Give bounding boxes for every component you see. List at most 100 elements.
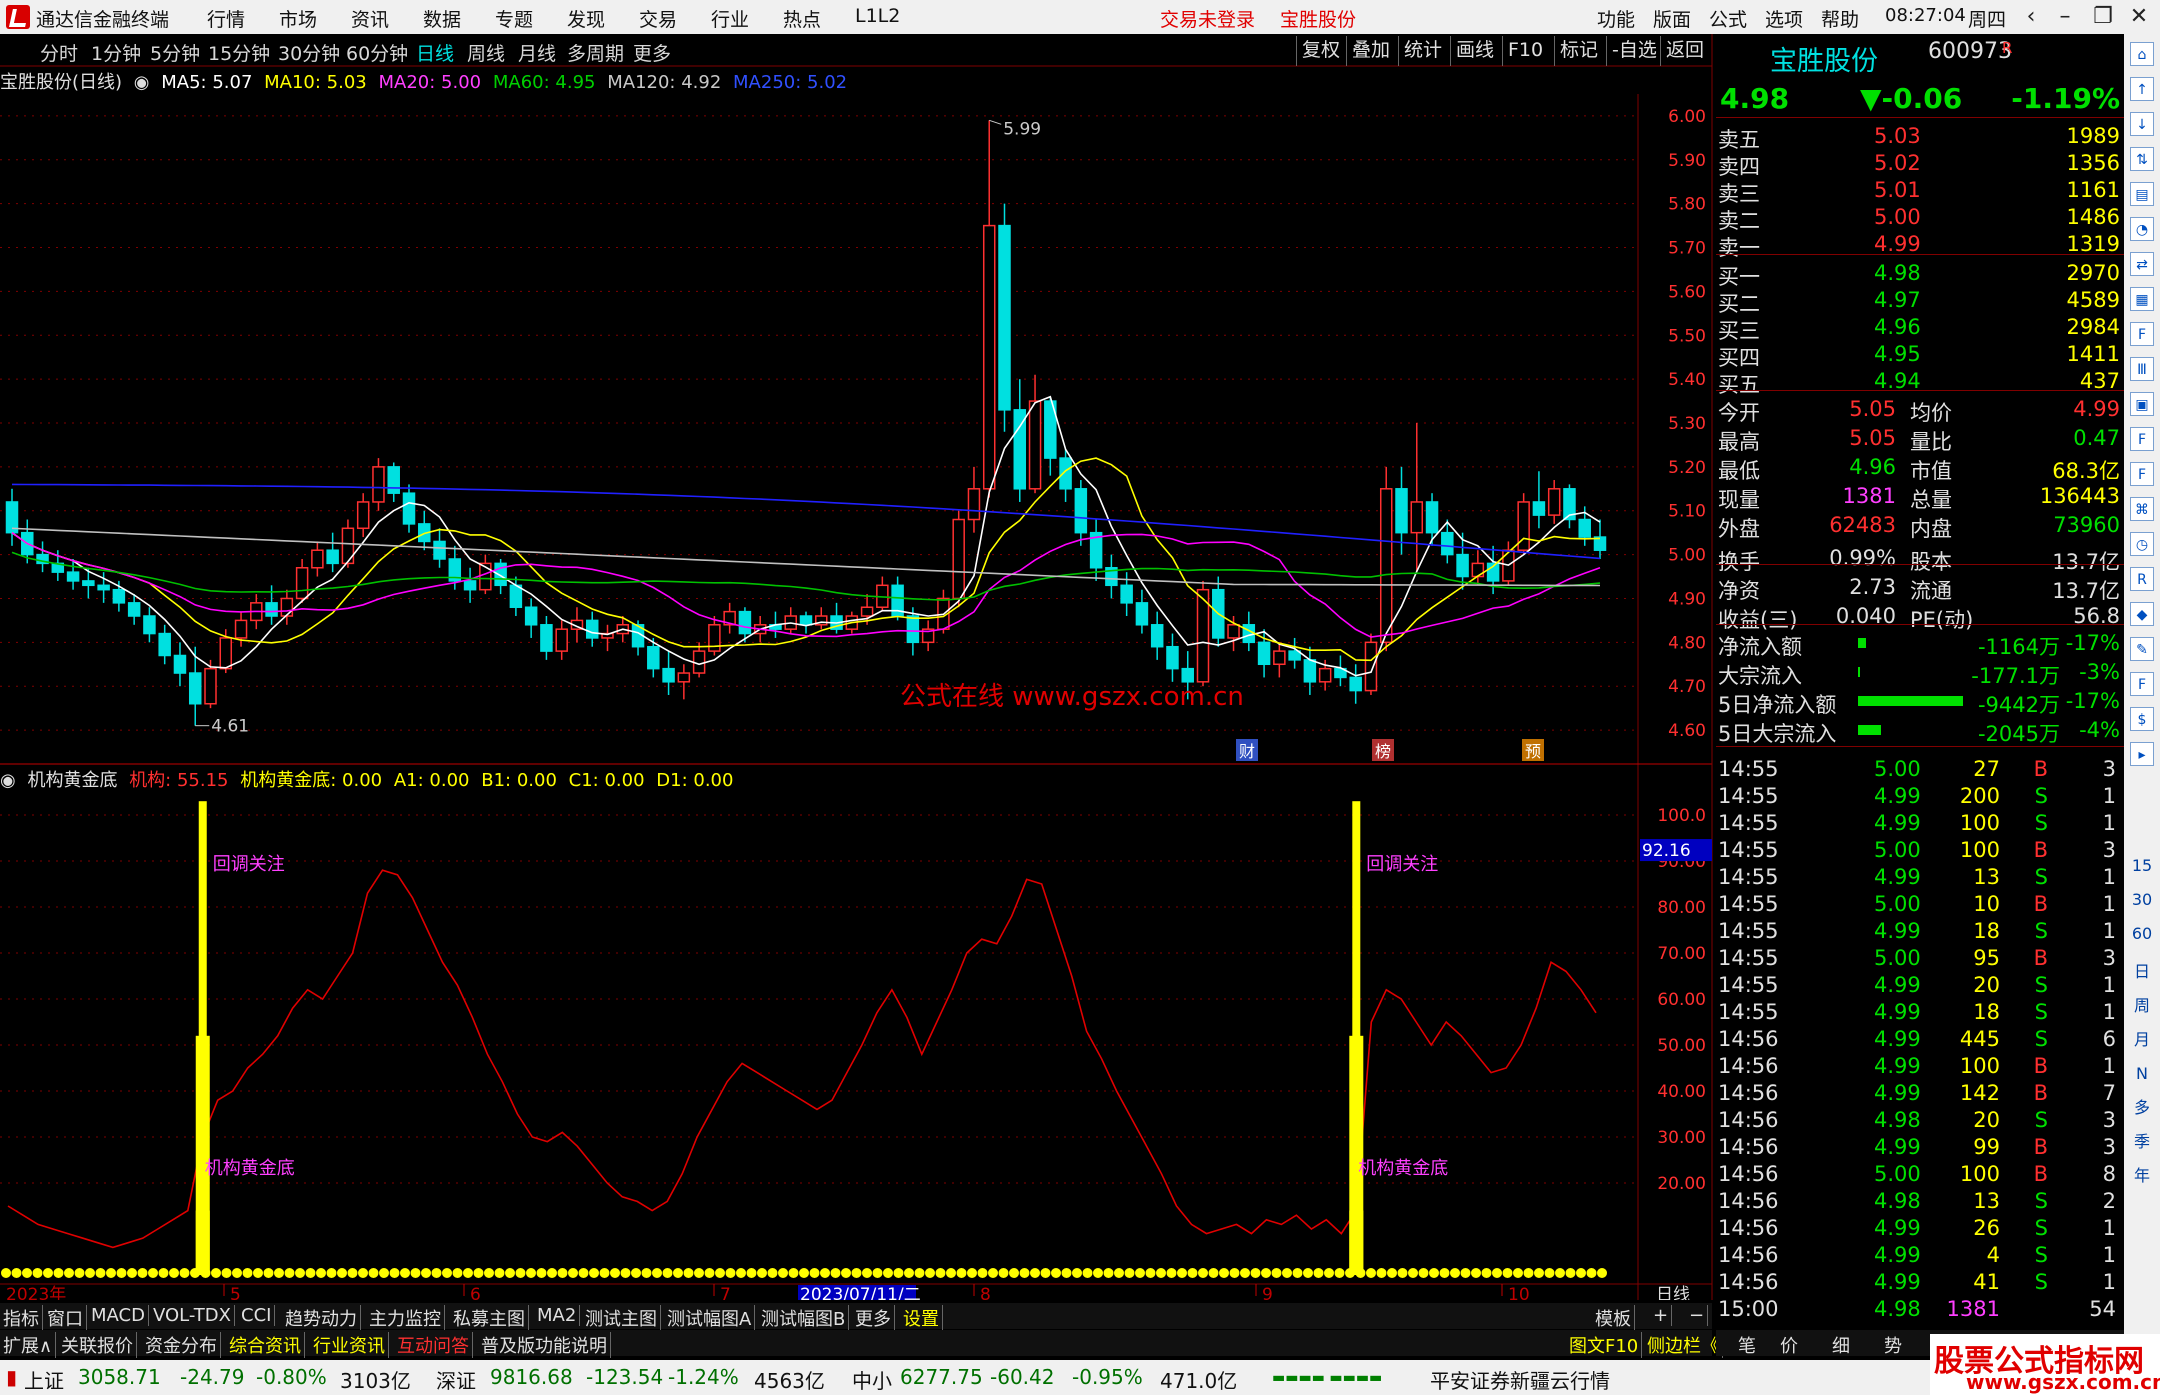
baseline-dot (1229, 1268, 1240, 1278)
sort-icon[interactable]: ⇅ (2130, 147, 2154, 171)
side-period-30[interactable]: 30 (2128, 888, 2156, 912)
tool-huaxian[interactable]: 画线 (1450, 36, 1499, 66)
period-multi[interactable]: 多周期 (567, 39, 624, 66)
indicator-tab[interactable]: CCI (238, 1305, 276, 1326)
list-icon[interactable]: ▤ (2130, 182, 2154, 206)
f2-icon[interactable]: F (2130, 462, 2154, 486)
home-icon[interactable]: ⌂ (2130, 42, 2154, 66)
f-icon[interactable]: F (2130, 427, 2154, 451)
baseline-dot (179, 1268, 190, 1278)
indicator-tab[interactable]: MACD (88, 1305, 149, 1326)
tick-time: 14:55 (1718, 1000, 1779, 1024)
indicator-tab[interactable]: 设置 (900, 1305, 943, 1331)
swap-icon[interactable]: ⇄ (2130, 252, 2154, 276)
bottom-tab[interactable]: 互动问答 (394, 1332, 473, 1358)
period-60min[interactable]: 60分钟 (346, 39, 408, 66)
pencil-icon[interactable]: ✎ (2130, 637, 2154, 661)
tool-fuquan[interactable]: 复权 (1296, 36, 1345, 66)
bottom-tab[interactable]: 普及版功能说明 (478, 1332, 611, 1358)
box-icon[interactable]: ▣ (2130, 392, 2154, 416)
flow-value: -177.1万 (1971, 664, 2060, 688)
cmd-icon[interactable]: ⌘ (2130, 497, 2154, 521)
indicator-tab[interactable]: 更多 (852, 1305, 895, 1331)
indicator-tab[interactable]: 私募主图 (450, 1305, 529, 1331)
period-1min[interactable]: 1分钟 (91, 39, 141, 66)
tool-zixuan[interactable]: -自选 (1606, 36, 1662, 66)
bottom-tab[interactable]: 行业资讯 (310, 1332, 389, 1358)
period-weekly[interactable]: 周线 (467, 39, 505, 66)
tool-tongji[interactable]: 统计 (1398, 36, 1447, 66)
menu-xuanxiang[interactable]: 选项 (1765, 5, 1803, 32)
indicator-tab[interactable]: 测试幅图B (758, 1305, 850, 1331)
candle-body (799, 615, 813, 626)
period-more[interactable]: 更多 (633, 39, 671, 66)
menu-bangzhu[interactable]: 帮助 (1821, 5, 1859, 32)
sidebar-toggle[interactable]: 侧边栏《 (1644, 1332, 1723, 1358)
restore-icon[interactable]: ❐ (2088, 3, 2118, 31)
side-period-label[interactable]: 日 (2130, 960, 2154, 984)
panel-tab[interactable]: 笔 (1738, 1332, 1756, 1358)
tool-f10[interactable]: F10 (1502, 36, 1548, 66)
collapse-icon[interactable]: ◉ (134, 72, 150, 93)
money-icon[interactable]: $ (2130, 707, 2154, 731)
side-period-label[interactable]: 年 (2130, 1164, 2154, 1188)
period-15min[interactable]: 15分钟 (208, 39, 270, 66)
tab-control[interactable]: − (1686, 1305, 1709, 1326)
period-fenshi[interactable]: 分时 (40, 39, 78, 66)
panel-tab[interactable]: 价 (1780, 1332, 1798, 1358)
bottom-tab[interactable]: 综合资讯 (226, 1332, 305, 1358)
diamond-icon[interactable]: ◆ (2130, 602, 2154, 626)
tool-fanhui[interactable]: 返回 (1660, 36, 1709, 66)
clock-icon[interactable]: ◷ (2130, 532, 2154, 556)
indicator-tab[interactable]: 主力监控 (366, 1305, 445, 1331)
indicator-tab[interactable]: MA2 (534, 1305, 581, 1326)
bottom-tab[interactable]: 扩展∧ (0, 1332, 57, 1358)
up-icon[interactable]: ↑ (2130, 77, 2154, 101)
tab-control[interactable]: 模板 (1592, 1305, 1635, 1331)
tab-control[interactable]: + (1650, 1305, 1673, 1326)
indicator-tab[interactable]: 测试主图 (582, 1305, 661, 1331)
period-monthly[interactable]: 月线 (518, 39, 556, 66)
side-period-15[interactable]: 15 (2128, 854, 2156, 878)
period-5min[interactable]: 5分钟 (150, 39, 200, 66)
period-daily[interactable]: 日线 (416, 39, 454, 66)
fs-icon[interactable]: F (2130, 672, 2154, 696)
period-30min[interactable]: 30分钟 (278, 39, 340, 66)
f10-link[interactable]: 图文F10 (1566, 1332, 1643, 1358)
rsi-icon[interactable]: R (2130, 567, 2154, 591)
bars-icon[interactable]: Ⅲ (2130, 357, 2154, 381)
pie-icon[interactable]: ◔ (2130, 217, 2154, 241)
panel-tab[interactable]: 细 (1832, 1332, 1850, 1358)
side-period-label[interactable]: N (2130, 1062, 2154, 1086)
minimize-icon[interactable]: – (2050, 3, 2080, 31)
side-period-label[interactable]: 多 (2130, 1096, 2154, 1120)
broker-name[interactable]: 平安证券新疆云行情 (1430, 1365, 1610, 1394)
tool-biaoji[interactable]: 标记 (1554, 36, 1603, 66)
zx-name[interactable]: 中小 (852, 1365, 892, 1394)
side-period-label[interactable]: 周 (2130, 994, 2154, 1018)
down-icon[interactable]: ↓ (2130, 112, 2154, 136)
panel-tab[interactable]: 势 (1884, 1332, 1902, 1358)
indicator-tab[interactable]: VOL-TDX (150, 1305, 235, 1326)
chart-canvas[interactable]: 6.00 5.90 5.80 5.70 5.60 5.50 5.40 5.30 5.20 5.10… (0, 0, 1716, 1300)
sz-name[interactable]: 深证 (436, 1365, 476, 1394)
side-period-60[interactable]: 60 (2128, 922, 2156, 946)
indicator-tab[interactable]: 测试幅图A (664, 1305, 756, 1331)
side-period-label[interactable]: 季 (2130, 1130, 2154, 1154)
indicator-tab[interactable]: 指标 (0, 1305, 43, 1331)
sh-name[interactable]: 上证 (24, 1365, 64, 1394)
indicator-collapse-icon[interactable]: ◉ (0, 770, 16, 791)
signal-callback-label: 回调关注 (213, 854, 285, 875)
back-icon[interactable]: ‹ (2016, 3, 2046, 31)
play-icon[interactable]: ▸ (2130, 742, 2154, 766)
indicator-tab[interactable]: 窗口 (44, 1305, 87, 1331)
f10-icon[interactable]: F (2130, 322, 2154, 346)
bottom-tab[interactable]: 资金分布 (142, 1332, 221, 1358)
bottom-tab[interactable]: 关联报价 (58, 1332, 137, 1358)
indicator-tab[interactable]: 趋势动力 (282, 1305, 361, 1331)
grid-icon[interactable]: ▦ (2130, 287, 2154, 311)
tool-diejia[interactable]: 叠加 (1346, 36, 1395, 66)
close-icon[interactable]: ✕ (2124, 3, 2154, 31)
baseline-dot (400, 1268, 410, 1278)
side-period-label[interactable]: 月 (2130, 1028, 2154, 1052)
